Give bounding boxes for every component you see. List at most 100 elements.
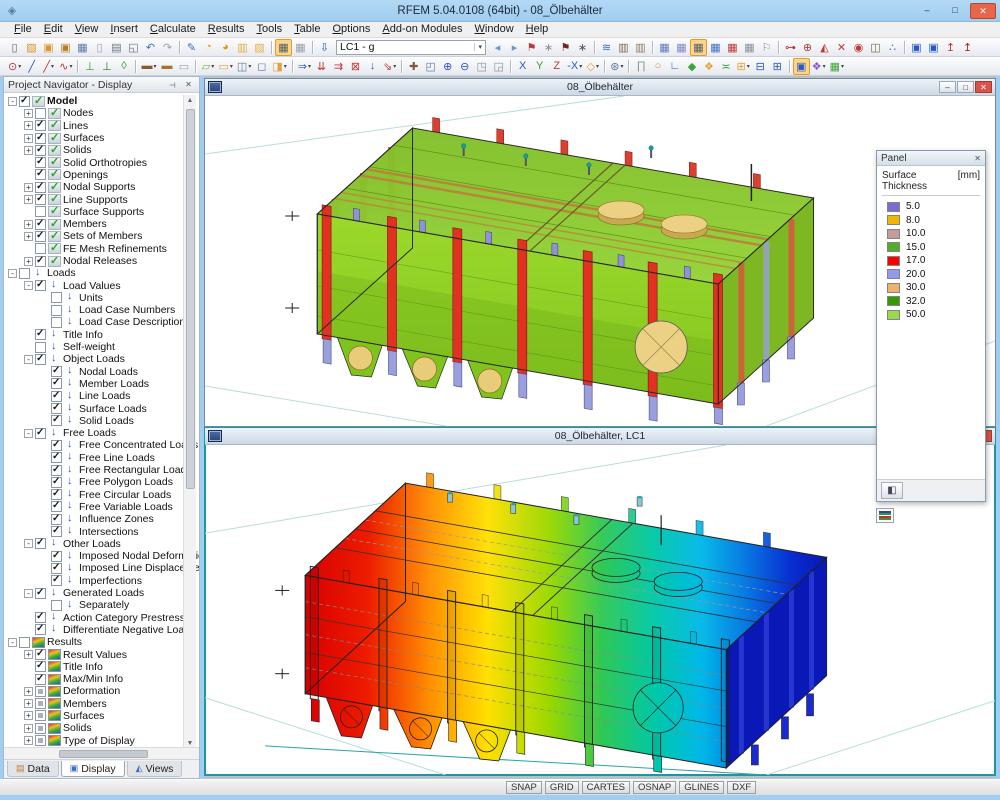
tree-checkbox[interactable] (35, 723, 46, 734)
show-loads-button[interactable]: ⚑ (523, 39, 540, 56)
tree-item[interactable]: Members (6, 218, 185, 230)
tree-item[interactable]: Free Variable Loads (6, 501, 185, 513)
project-archive-button[interactable]: ▣ (57, 39, 74, 56)
tree-checkbox[interactable] (35, 219, 46, 230)
tree-checkbox[interactable] (35, 169, 46, 180)
viewport-minimize-button[interactable]: – (939, 81, 956, 93)
viewport-restore-button[interactable]: □ (957, 81, 974, 93)
tree-item[interactable]: Solid Orthotropies (6, 156, 185, 168)
tree-expander[interactable] (24, 539, 33, 548)
tree-item[interactable]: Openings (6, 169, 185, 181)
load-generator-button[interactable]: ⇘ ▾ (381, 58, 398, 75)
tree-expander[interactable] (24, 109, 33, 118)
tree-checkbox[interactable] (35, 329, 46, 340)
tree-item[interactable]: Solids (6, 144, 185, 156)
calculate-all-button[interactable]: ▥ (615, 39, 632, 56)
tree-expander[interactable] (24, 257, 33, 266)
model-folder-button[interactable]: ▧ (251, 39, 268, 56)
render-margin-button[interactable]: ≍ (717, 58, 734, 75)
tree-expander[interactable] (24, 134, 33, 143)
display-properties-button[interactable]: ⊛ ▾ (608, 58, 625, 75)
scroll-up-icon[interactable]: ▲ (184, 95, 196, 107)
tree-item[interactable]: Model (6, 95, 185, 107)
menu-item[interactable]: Window (469, 22, 520, 37)
navigator-tab[interactable]: ▣ Display (61, 761, 125, 777)
comment-button[interactable]: ▥ (234, 39, 251, 56)
member-tool-button[interactable]: ▬ ▾ (139, 58, 158, 75)
tree-expander[interactable] (24, 650, 33, 659)
member-hinge-button[interactable]: ▬ (158, 58, 175, 75)
tree-checkbox[interactable] (35, 145, 46, 156)
tree-item[interactable]: Load Case Descriptions (6, 316, 185, 328)
tree-expander[interactable] (24, 146, 33, 155)
tree-item[interactable]: Free Polygon Loads (6, 476, 185, 488)
project-open-button[interactable]: ▣ (40, 39, 57, 56)
tree-checkbox[interactable] (35, 206, 46, 217)
new-model-button[interactable]: ✎ (183, 39, 200, 56)
tree-checkbox[interactable] (35, 698, 46, 709)
minimize-button[interactable]: – (914, 3, 940, 19)
tree-checkbox[interactable] (51, 501, 62, 512)
clipboard-button[interactable]: ▯ (91, 39, 108, 56)
tree-item[interactable]: Line Supports (6, 193, 185, 205)
tree-expander[interactable] (24, 355, 33, 364)
tree-item[interactable]: Surfaces (6, 710, 185, 722)
insert-member-button[interactable]: ▣ (925, 39, 942, 56)
tree-checkbox[interactable] (35, 231, 46, 242)
surface-load-button[interactable]: ⇉ (330, 58, 347, 75)
tree-item[interactable]: Imposed Line Displacements (6, 562, 185, 574)
unpin-view-button[interactable]: ↥ (959, 39, 976, 56)
menu-item[interactable]: Help (520, 22, 555, 37)
free-load-button[interactable]: ↓ (364, 58, 381, 75)
zoom-out-button[interactable]: ⊖ (456, 58, 473, 75)
tree-item[interactable]: Surface Loads (6, 402, 185, 414)
menu-item[interactable]: Calculate (144, 22, 202, 37)
tree-item[interactable]: Result Values (6, 648, 185, 660)
tree-item[interactable]: Object Loads (6, 353, 185, 365)
tree-checkbox[interactable] (51, 391, 62, 402)
loadcase-sort-button[interactable]: ⇩ (316, 39, 333, 56)
viewport-close-button[interactable]: ✕ (975, 81, 992, 93)
connect-members-button[interactable]: ⊶ (782, 39, 799, 56)
insert-node-button[interactable]: ▣ (908, 39, 925, 56)
tree-expander[interactable] (24, 736, 33, 745)
calculation-params-button[interactable]: ▥ (632, 39, 649, 56)
tree-checkbox[interactable] (35, 624, 46, 635)
tree-expander[interactable] (24, 121, 33, 130)
rendering-button[interactable]: ◕ (217, 39, 234, 56)
tree-item[interactable]: Results (6, 636, 185, 648)
status-toggle-button[interactable]: GRID (545, 781, 579, 794)
fe-mesh-settings-button[interactable]: ▦ (673, 39, 690, 56)
grid-window-button[interactable]: ⊞ (769, 58, 786, 75)
color-spectrum-icon[interactable] (876, 508, 894, 523)
tree-item[interactable]: Lines (6, 120, 185, 132)
node-tool-button[interactable]: ⊙ ▾ (6, 58, 23, 75)
tree-expander[interactable] (8, 97, 17, 106)
tree-item[interactable]: Sets of Members (6, 230, 185, 242)
show-load-values-button[interactable]: ∗ (540, 39, 557, 56)
tree-checkbox[interactable] (51, 452, 62, 463)
maximize-button[interactable]: □ (942, 3, 968, 19)
print-button[interactable]: ▤ (108, 39, 125, 56)
tree-checkbox[interactable] (35, 710, 46, 721)
tree-checkbox[interactable] (51, 465, 62, 476)
undo-button[interactable]: ↶ (142, 39, 159, 56)
tree-item[interactable]: Units (6, 292, 185, 304)
tree-item[interactable]: Separately (6, 599, 185, 611)
tree-item[interactable]: Load Case Numbers (6, 304, 185, 316)
calculation-button[interactable]: ≋ (598, 39, 615, 56)
window-arrange-button[interactable]: ⊞ ▾ (734, 58, 751, 75)
tree-checkbox[interactable] (35, 157, 46, 168)
tree-item[interactable]: Surface Supports (6, 206, 185, 218)
tree-checkbox[interactable] (19, 268, 30, 279)
menu-item[interactable]: Table (288, 22, 326, 37)
tree-checkbox[interactable] (35, 194, 46, 205)
loadcase-combo[interactable]: LC1 - g ▾ (336, 40, 486, 55)
view-z-button[interactable]: Z (548, 58, 565, 75)
pin-view-button[interactable]: ↥ (942, 39, 959, 56)
zoom-in-button[interactable]: ⊕ (439, 58, 456, 75)
line-support-button[interactable]: ⊥ (98, 58, 115, 75)
tree-expander[interactable] (24, 699, 33, 708)
tree-item[interactable]: Free Line Loads (6, 452, 185, 464)
navigator-tab[interactable]: ◭ Views (127, 761, 183, 777)
